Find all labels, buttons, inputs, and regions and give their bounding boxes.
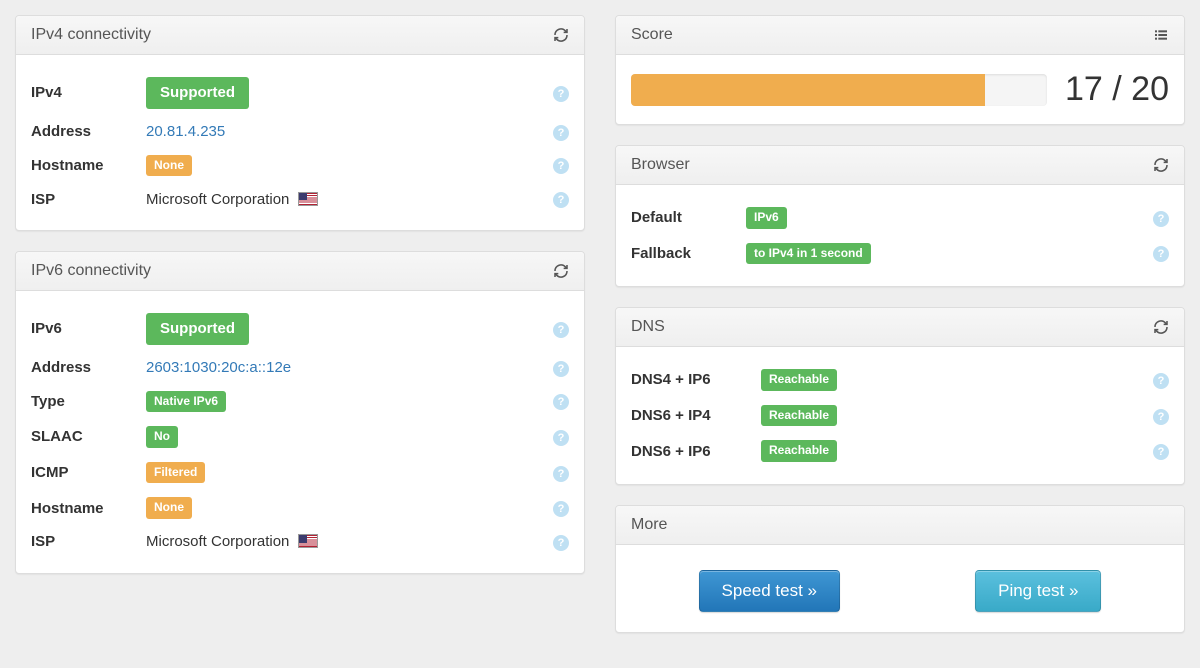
row-label-ipv6-address: Address — [31, 359, 146, 376]
help-icon[interactable]: ? — [1153, 246, 1169, 262]
list-icon[interactable] — [1153, 27, 1169, 43]
badge-dns6-ip6: Reachable — [761, 440, 837, 462]
isp-name: Microsoft Corporation — [146, 191, 289, 208]
refresh-icon[interactable] — [1153, 157, 1169, 173]
badge-ipv6-icmp: Filtered — [146, 462, 205, 484]
help-icon[interactable]: ? — [553, 86, 569, 102]
help-icon[interactable]: ? — [553, 322, 569, 338]
panel-heading-ipv4: IPv4 connectivity — [16, 16, 584, 55]
row-label-ipv4-hostname: Hostname — [31, 157, 146, 174]
badge-dns6-ip4: Reachable — [761, 405, 837, 427]
badge-ipv4-supported: Supported — [146, 77, 249, 109]
flag-us-icon — [298, 192, 318, 206]
refresh-icon[interactable] — [553, 263, 569, 279]
panel-heading-dns: DNS — [616, 308, 1184, 347]
help-icon[interactable]: ? — [553, 158, 569, 174]
row-label-ipv6-hostname: Hostname — [31, 500, 146, 517]
score-progress-fill — [631, 74, 985, 106]
isp-name: Microsoft Corporation — [146, 533, 289, 550]
panel-browser: Browser Default IPv6 ? Fallback to IPv4 … — [615, 145, 1185, 287]
badge-dns4-ip6: Reachable — [761, 369, 837, 391]
help-icon[interactable]: ? — [553, 501, 569, 517]
row-label-ipv4-address: Address — [31, 123, 146, 140]
panel-more: More Speed test » Ping test » — [615, 505, 1185, 633]
badge-ipv4-hostname-none: None — [146, 155, 192, 177]
help-icon[interactable]: ? — [1153, 211, 1169, 227]
badge-browser-fallback: to IPv4 in 1 second — [746, 243, 871, 265]
help-icon[interactable]: ? — [553, 192, 569, 208]
help-icon[interactable]: ? — [553, 361, 569, 377]
panel-title-ipv4: IPv4 connectivity — [31, 26, 151, 44]
link-ipv6-address[interactable]: 2603:1030:20c:a::12e — [146, 359, 291, 376]
help-icon[interactable]: ? — [1153, 409, 1169, 425]
row-label-ipv4-protocol: IPv4 — [31, 84, 146, 101]
panel-heading-ipv6: IPv6 connectivity — [16, 252, 584, 291]
row-label-browser-fallback: Fallback — [631, 245, 746, 262]
ping-test-button[interactable]: Ping test » — [975, 570, 1101, 612]
row-label-ipv6-protocol: IPv6 — [31, 320, 146, 337]
panel-title-browser: Browser — [631, 156, 690, 174]
flag-us-icon — [298, 534, 318, 548]
panel-title-dns: DNS — [631, 318, 665, 336]
row-label-dns4-ip6: DNS4 + IP6 — [631, 371, 761, 388]
panel-heading-browser: Browser — [616, 146, 1184, 185]
row-label-browser-default: Default — [631, 209, 746, 226]
row-label-ipv6-type: Type — [31, 393, 146, 410]
panel-title-score: Score — [631, 26, 673, 44]
text-ipv4-isp: Microsoft Corporation — [146, 191, 553, 208]
panel-dns: DNS DNS4 + IP6 Reachable ? DNS6 + IP4 Re… — [615, 307, 1185, 485]
refresh-icon[interactable] — [553, 27, 569, 43]
score-text: 17 / 20 — [1065, 70, 1169, 109]
badge-ipv6-supported: Supported — [146, 313, 249, 345]
row-label-ipv6-slaac: SLAAC — [31, 428, 146, 445]
badge-browser-default: IPv6 — [746, 207, 787, 229]
text-ipv6-isp: Microsoft Corporation — [146, 533, 553, 550]
panel-ipv6-connectivity: IPv6 connectivity IPv6 Supported ? Addre… — [15, 251, 585, 574]
help-icon[interactable]: ? — [553, 535, 569, 551]
panel-title-more: More — [631, 516, 667, 534]
panel-heading-score: Score — [616, 16, 1184, 55]
badge-ipv6-native: Native IPv6 — [146, 391, 226, 413]
help-icon[interactable]: ? — [553, 125, 569, 141]
help-icon[interactable]: ? — [553, 430, 569, 446]
speed-test-button[interactable]: Speed test » — [699, 570, 840, 612]
row-label-dns6-ip4: DNS6 + IP4 — [631, 407, 761, 424]
row-label-ipv6-icmp: ICMP — [31, 464, 146, 481]
help-icon[interactable]: ? — [1153, 444, 1169, 460]
panel-ipv4-connectivity: IPv4 connectivity IPv4 Supported ? Addre… — [15, 15, 585, 231]
row-label-ipv4-isp: ISP — [31, 191, 146, 208]
badge-ipv6-slaac: No — [146, 426, 178, 448]
badge-ipv6-hostname-none: None — [146, 497, 192, 519]
help-icon[interactable]: ? — [1153, 373, 1169, 389]
score-progress-bar — [631, 74, 1047, 106]
help-icon[interactable]: ? — [553, 394, 569, 410]
panel-heading-more: More — [616, 506, 1184, 545]
help-icon[interactable]: ? — [553, 466, 569, 482]
row-label-ipv6-isp: ISP — [31, 533, 146, 550]
panel-title-ipv6: IPv6 connectivity — [31, 262, 151, 280]
link-ipv4-address[interactable]: 20.81.4.235 — [146, 123, 225, 140]
refresh-icon[interactable] — [1153, 319, 1169, 335]
row-label-dns6-ip6: DNS6 + IP6 — [631, 443, 761, 460]
panel-score: Score 17 / 20 — [615, 15, 1185, 125]
